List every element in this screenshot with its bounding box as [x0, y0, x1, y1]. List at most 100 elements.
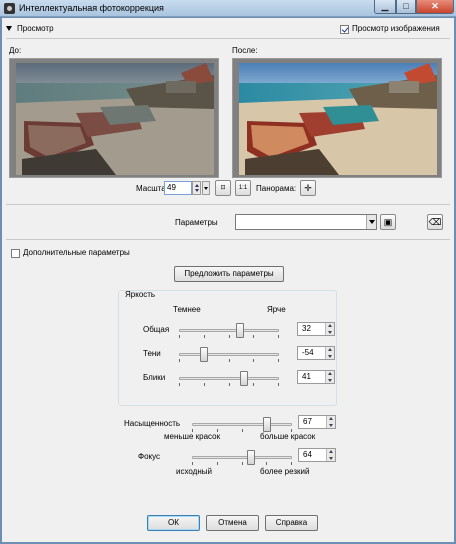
slider-tick [217, 462, 218, 465]
slider-tick [179, 383, 180, 386]
presets-combo[interactable] [235, 214, 377, 230]
overall-label: Общая [143, 325, 170, 334]
slider-tick [266, 462, 267, 465]
delete-preset-icon: ⌫ [428, 217, 442, 227]
checkbox-checked-icon [340, 24, 349, 34]
before-preview-image[interactable] [9, 58, 219, 178]
checkbox-unchecked-icon [11, 248, 20, 258]
pan-label: Панорама: [256, 184, 297, 193]
preview-section-toggle[interactable]: Просмотр [6, 22, 54, 36]
overall-brightness-value: 32 [302, 324, 311, 333]
slider-tick [278, 383, 279, 386]
close-icon: ✕ [431, 1, 439, 11]
window-title: Интеллектуальная фотокоррекция [19, 3, 164, 13]
slider-tick [253, 359, 254, 362]
show-preview-checkbox[interactable]: Просмотр изображения [340, 24, 440, 34]
slider-tick [253, 335, 254, 338]
focus-slider[interactable] [192, 450, 292, 465]
shadows-value: -54 [302, 348, 314, 357]
slider-tick [278, 335, 279, 338]
overall-brightness-slider[interactable] [179, 323, 279, 338]
after-label: После: [232, 46, 258, 55]
save-preset-button[interactable]: ▣ [380, 214, 396, 230]
slider-thumb[interactable] [236, 323, 244, 338]
slider-thumb[interactable] [240, 371, 248, 386]
maximize-button[interactable]: □ [396, 0, 416, 14]
more-color-label: больше красок [260, 432, 316, 441]
minimize-button[interactable]: ▁ [374, 0, 396, 14]
slider-tick [242, 429, 243, 432]
highlights-slider[interactable] [179, 371, 279, 386]
slider-thumb[interactable] [200, 347, 208, 362]
presets-label: Параметры [175, 218, 218, 227]
slider-tick [229, 383, 230, 386]
zoom-dropdown[interactable] [202, 181, 210, 195]
zoom-input[interactable]: 49 [164, 181, 192, 195]
shadows-slider[interactable] [179, 347, 279, 362]
pan-button[interactable]: ✛ [300, 180, 316, 196]
advanced-options-label: Дополнительные параметры [23, 248, 130, 257]
saturation-input[interactable]: 67 [298, 415, 336, 429]
less-color-label: меньше красок [164, 432, 221, 441]
highlights-label: Блики [143, 373, 166, 382]
divider [6, 239, 450, 240]
saturation-label: Насыщенность [124, 419, 181, 428]
shadows-input[interactable]: -54 [297, 346, 335, 360]
ok-button[interactable]: ОК [147, 515, 200, 531]
sharper-label: более резкий [260, 467, 310, 476]
suggest-settings-button[interactable]: Предложить параметры [174, 266, 284, 282]
collapse-triangle-icon [6, 26, 12, 32]
fit-window-button[interactable]: ⊡ [215, 180, 231, 196]
delete-preset-button[interactable]: ⌫ [427, 214, 443, 230]
slider-tick [179, 335, 180, 338]
save-disk-icon: ▣ [383, 217, 393, 227]
saturation-value: 67 [303, 417, 312, 426]
slider-tick [204, 335, 205, 338]
show-preview-label: Просмотр изображения [352, 24, 440, 33]
pan-cross-icon: ✛ [304, 183, 312, 193]
minimize-icon: ▁ [381, 1, 389, 11]
actual-size-button[interactable]: 1:1 [235, 180, 251, 196]
brightness-group-label: Яркость [125, 290, 156, 299]
original-label: исходный [176, 467, 212, 476]
before-label: До: [9, 46, 22, 55]
slider-tick [179, 359, 180, 362]
focus-value: 64 [303, 450, 312, 459]
highlights-value: 41 [302, 372, 311, 381]
after-photo-graphic [239, 63, 437, 175]
divider [6, 204, 450, 205]
saturation-slider[interactable] [192, 417, 292, 432]
slider-tick [253, 383, 254, 386]
slider-tick [229, 335, 230, 338]
slider-thumb[interactable] [263, 417, 271, 432]
overall-brightness-input[interactable]: 32 [297, 322, 335, 336]
title-bar[interactable]: Интеллектуальная фотокоррекция ▁ □ ✕ [0, 0, 456, 17]
actual-size-icon: 1:1 [238, 185, 248, 191]
focus-label: Фокус [138, 452, 161, 461]
brightness-group: Яркость Темнее Ярче Общая 32 Тени -54 Бл… [118, 290, 337, 406]
after-preview-image[interactable] [232, 58, 442, 178]
darker-label: Темнее [173, 305, 201, 314]
slider-tick [242, 462, 243, 465]
slider-thumb[interactable] [247, 450, 255, 465]
maximize-icon: □ [403, 1, 409, 11]
divider [6, 38, 450, 39]
chevron-down-icon [366, 215, 376, 229]
highlights-input[interactable]: 41 [297, 370, 335, 384]
dialog-body: Просмотр Просмотр изображения До: После: [2, 18, 454, 542]
cancel-button[interactable]: Отмена [206, 515, 259, 531]
slider-tick [278, 359, 279, 362]
advanced-options-checkbox[interactable]: Дополнительные параметры [11, 248, 130, 258]
slider-tick [204, 383, 205, 386]
focus-input[interactable]: 64 [298, 448, 336, 462]
app-camera-icon [4, 3, 15, 14]
help-button[interactable]: Справка [265, 515, 318, 531]
zoom-spinner[interactable] [192, 181, 201, 195]
shadows-label: Тени [143, 349, 161, 358]
before-photo-graphic [16, 63, 214, 175]
slider-tick [229, 359, 230, 362]
slider-tick [291, 462, 292, 465]
brighter-label: Ярче [267, 305, 286, 314]
slider-tick [192, 462, 193, 465]
close-button[interactable]: ✕ [416, 0, 454, 14]
